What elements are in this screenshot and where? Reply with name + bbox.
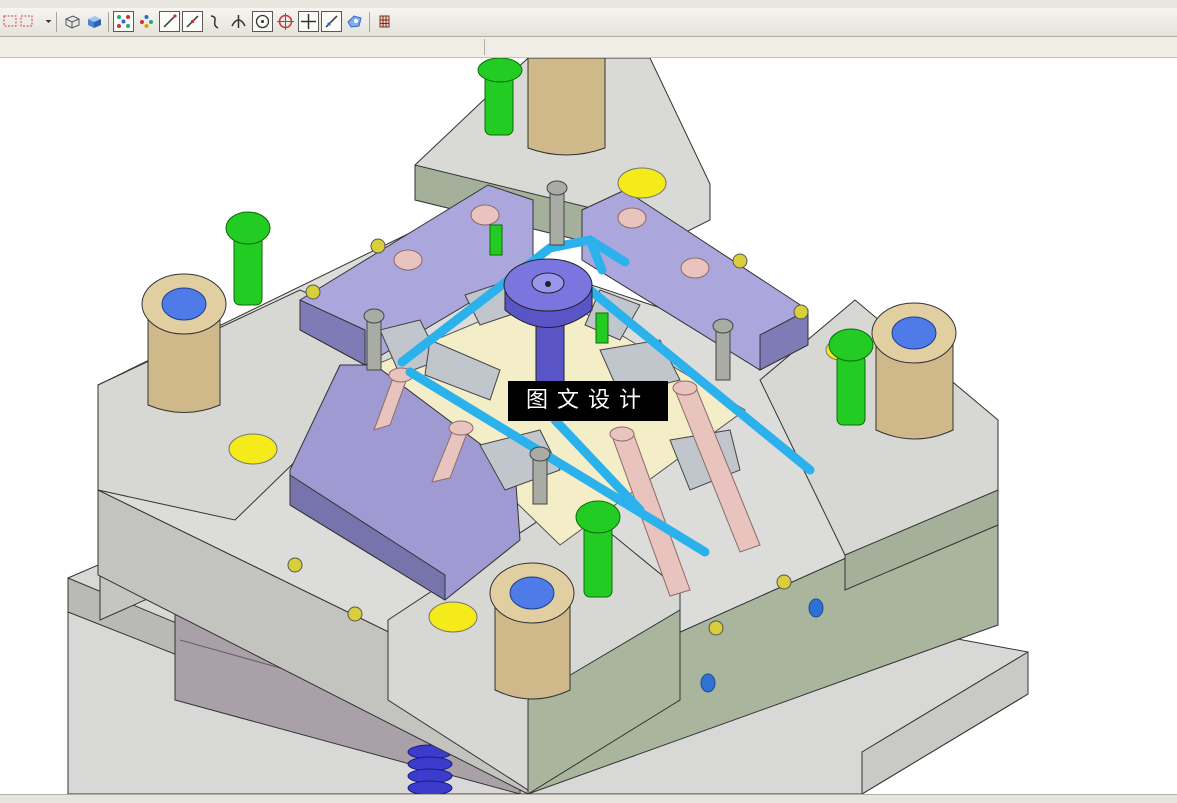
model-viewport[interactable]	[0, 58, 1177, 794]
mold-assembly-render	[67, 58, 1029, 794]
grid-toggle-icon[interactable]	[374, 11, 395, 32]
property-bar	[0, 37, 1177, 58]
circle-quadrant-icon[interactable]	[275, 11, 296, 32]
watermark-label: 图文设计	[508, 381, 668, 421]
dropdown-arrow-icon[interactable]	[38, 11, 52, 32]
circle-center-icon[interactable]	[252, 11, 273, 32]
snap-settings-icon[interactable]	[344, 11, 365, 32]
shaded-view-icon[interactable]	[62, 11, 83, 32]
curve-icon[interactable]	[205, 11, 226, 32]
cad-toolbar	[0, 8, 1177, 37]
line-snap-icon[interactable]	[159, 11, 180, 32]
line-endpoint-icon[interactable]	[182, 11, 203, 32]
snap-points-icon[interactable]	[113, 11, 134, 32]
tangent-icon[interactable]	[321, 11, 342, 32]
snap-grid-icon[interactable]	[136, 11, 157, 32]
select-box-icon[interactable]	[16, 11, 37, 32]
solid-cube-icon[interactable]	[84, 11, 105, 32]
perpendicular-icon[interactable]	[228, 11, 249, 32]
crosshair-icon[interactable]	[298, 11, 319, 32]
